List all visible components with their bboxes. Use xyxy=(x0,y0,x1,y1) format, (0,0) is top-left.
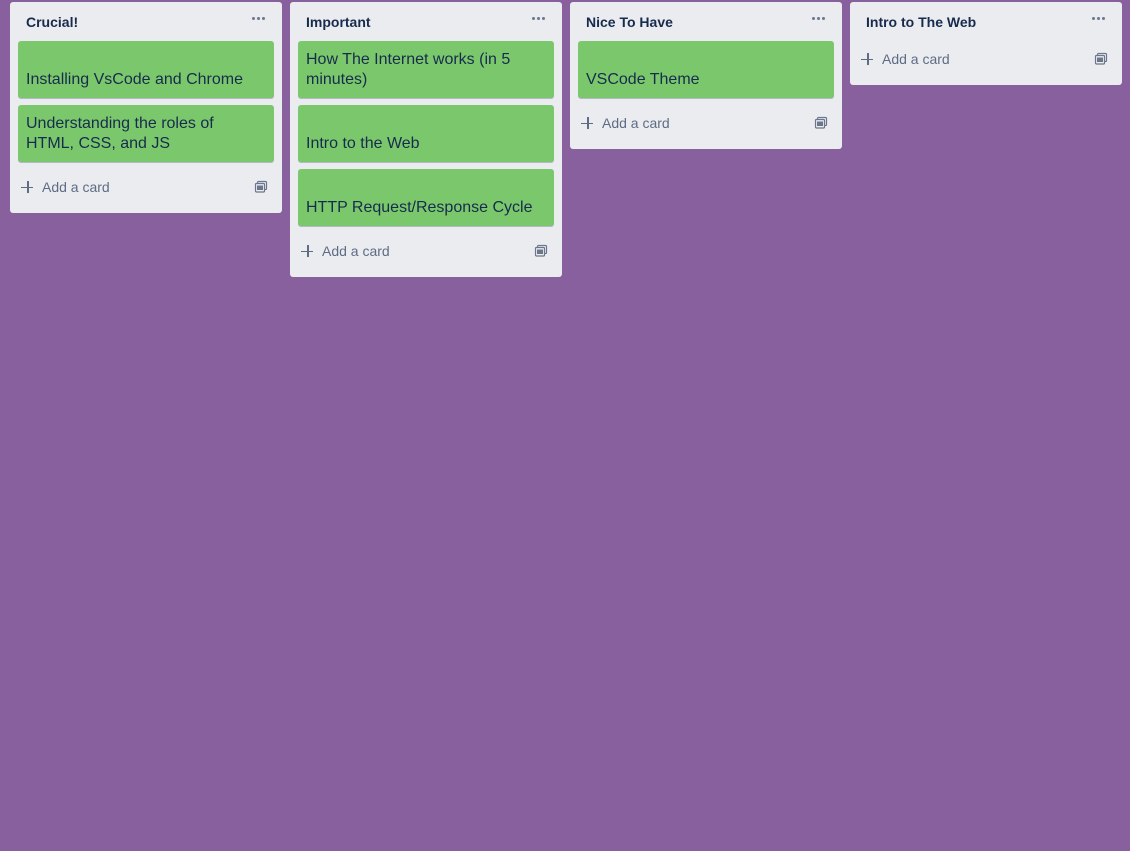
list-intro-to-the-web: Intro to The Web Add a card xyxy=(850,2,1122,85)
list-menu-button[interactable] xyxy=(1086,8,1110,28)
add-card-button[interactable]: Add a card xyxy=(580,105,670,141)
card[interactable]: HTTP Request/Response Cycle xyxy=(298,169,554,226)
list-menu-button[interactable] xyxy=(246,8,270,28)
card-title: HTTP Request/Response Cycle xyxy=(306,199,533,216)
ellipsis-icon xyxy=(811,16,825,20)
add-card-label: Add a card xyxy=(602,115,670,131)
card-template-icon[interactable] xyxy=(814,116,828,130)
board: Crucial! Installing VsCode and Chrome Un… xyxy=(10,2,1122,277)
add-card-button[interactable]: Add a card xyxy=(300,233,390,269)
card[interactable]: Understanding the roles of HTML, CSS, an… xyxy=(18,105,274,162)
card-title: VSCode Theme xyxy=(586,71,700,88)
add-card-label: Add a card xyxy=(42,179,110,195)
card-composer: Add a card xyxy=(858,41,1114,77)
add-card-button[interactable]: Add a card xyxy=(20,169,110,205)
card-template-icon[interactable] xyxy=(534,244,548,258)
add-card-label: Add a card xyxy=(882,51,950,67)
card-composer: Add a card xyxy=(18,169,274,205)
card[interactable]: How The Internet works (in 5 minutes) xyxy=(298,41,554,98)
card-template-icon[interactable] xyxy=(1094,52,1108,66)
ellipsis-icon xyxy=(531,16,545,20)
card[interactable]: VSCode Theme xyxy=(578,41,834,98)
plus-icon xyxy=(580,115,596,131)
list-important: Important How The Internet works (in 5 m… xyxy=(290,2,562,277)
list-title[interactable]: Nice To Have xyxy=(586,14,673,30)
plus-icon xyxy=(860,51,876,67)
list-title[interactable]: Crucial! xyxy=(26,14,78,30)
card-title: Installing VsCode and Chrome xyxy=(26,71,244,88)
card-composer: Add a card xyxy=(298,233,554,269)
card-composer: Add a card xyxy=(578,105,834,141)
card-title: How The Internet works (in 5 minutes) xyxy=(306,51,511,88)
plus-icon xyxy=(20,179,36,195)
list-menu-button[interactable] xyxy=(806,8,830,28)
card-title: Understanding the roles of HTML, CSS, an… xyxy=(26,115,214,152)
card-title: Intro to the Web xyxy=(306,135,420,152)
list-header: Nice To Have xyxy=(578,2,834,41)
list-nice-to-have: Nice To Have VSCode Theme Add a card xyxy=(570,2,842,149)
card[interactable]: Intro to the Web xyxy=(298,105,554,162)
add-card-label: Add a card xyxy=(322,243,390,259)
ellipsis-icon xyxy=(1091,16,1105,20)
list-title[interactable]: Important xyxy=(306,14,371,30)
plus-icon xyxy=(300,243,316,259)
list-crucial: Crucial! Installing VsCode and Chrome Un… xyxy=(10,2,282,213)
list-title[interactable]: Intro to The Web xyxy=(866,14,976,30)
ellipsis-icon xyxy=(251,16,265,20)
list-header: Intro to The Web xyxy=(858,2,1114,41)
list-header: Crucial! xyxy=(18,2,274,41)
card-template-icon[interactable] xyxy=(254,180,268,194)
list-menu-button[interactable] xyxy=(526,8,550,28)
add-card-button[interactable]: Add a card xyxy=(860,41,950,77)
card[interactable]: Installing VsCode and Chrome xyxy=(18,41,274,98)
list-header: Important xyxy=(298,2,554,41)
